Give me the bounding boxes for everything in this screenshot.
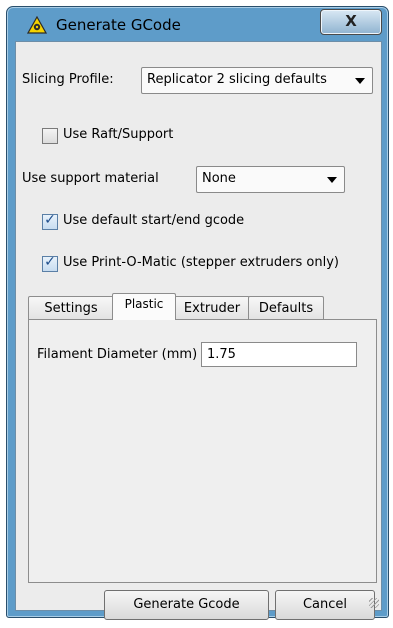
tab-settings-label: Settings — [44, 301, 98, 316]
window-title: Generate GCode — [56, 16, 181, 34]
print-o-matic-label: Use Print-O-Matic (stepper extruders onl… — [63, 255, 339, 270]
default-gcode-label: Use default start/end gcode — [63, 213, 245, 228]
generate-gcode-button[interactable]: Generate Gcode — [104, 590, 269, 620]
print-o-matic-checkbox[interactable]: ✓ — [42, 254, 58, 272]
title-bar[interactable]: Generate GCode X — [7, 7, 388, 41]
tab-extruder-label: Extruder — [183, 301, 241, 316]
chevron-down-icon — [327, 177, 337, 183]
resize-grip[interactable] — [369, 598, 379, 608]
dialog-body: Slicing Profile: Replicator 2 slicing de… — [15, 41, 382, 620]
raft-support-label: Use Raft/Support — [63, 127, 174, 142]
support-material-select[interactable]: None — [196, 166, 345, 193]
plastic-tab-panel: Filament Diameter (mm) — [28, 319, 377, 583]
filament-diameter-field[interactable] — [201, 342, 357, 367]
raft-support-checkbox[interactable] — [42, 128, 58, 144]
chevron-down-icon — [355, 78, 365, 84]
support-material-value: None — [202, 171, 236, 186]
slicing-profile-label: Slicing Profile: — [22, 72, 114, 87]
close-icon: X — [345, 12, 357, 30]
slicing-profile-value: Replicator 2 slicing defaults — [147, 72, 327, 87]
close-button[interactable]: X — [320, 9, 382, 35]
default-gcode-checkbox[interactable]: ✓ — [42, 212, 58, 230]
cancel-button[interactable]: Cancel — [275, 590, 375, 620]
warning-triangle-icon — [27, 16, 47, 34]
support-material-label: Use support material — [22, 171, 159, 186]
slicing-profile-select[interactable]: Replicator 2 slicing defaults — [141, 67, 373, 94]
generate-gcode-label: Generate Gcode — [133, 597, 240, 612]
tab-defaults-label: Defaults — [258, 301, 314, 316]
checkmark-icon: ✓ — [44, 212, 56, 228]
tab-plastic-label: Plastic — [124, 297, 164, 311]
filament-diameter-label: Filament Diameter (mm) — [37, 347, 198, 362]
tab-plastic[interactable]: Plastic — [112, 293, 176, 320]
checkmark-icon: ✓ — [44, 254, 56, 270]
filament-diameter-input[interactable] — [202, 343, 327, 366]
tab-defaults[interactable]: Defaults — [248, 296, 324, 320]
cancel-label: Cancel — [302, 597, 348, 612]
dialog-window: Generate GCode X Slicing Profile: Replic… — [6, 6, 389, 620]
tab-settings[interactable]: Settings — [28, 296, 114, 320]
tab-extruder[interactable]: Extruder — [174, 296, 250, 320]
